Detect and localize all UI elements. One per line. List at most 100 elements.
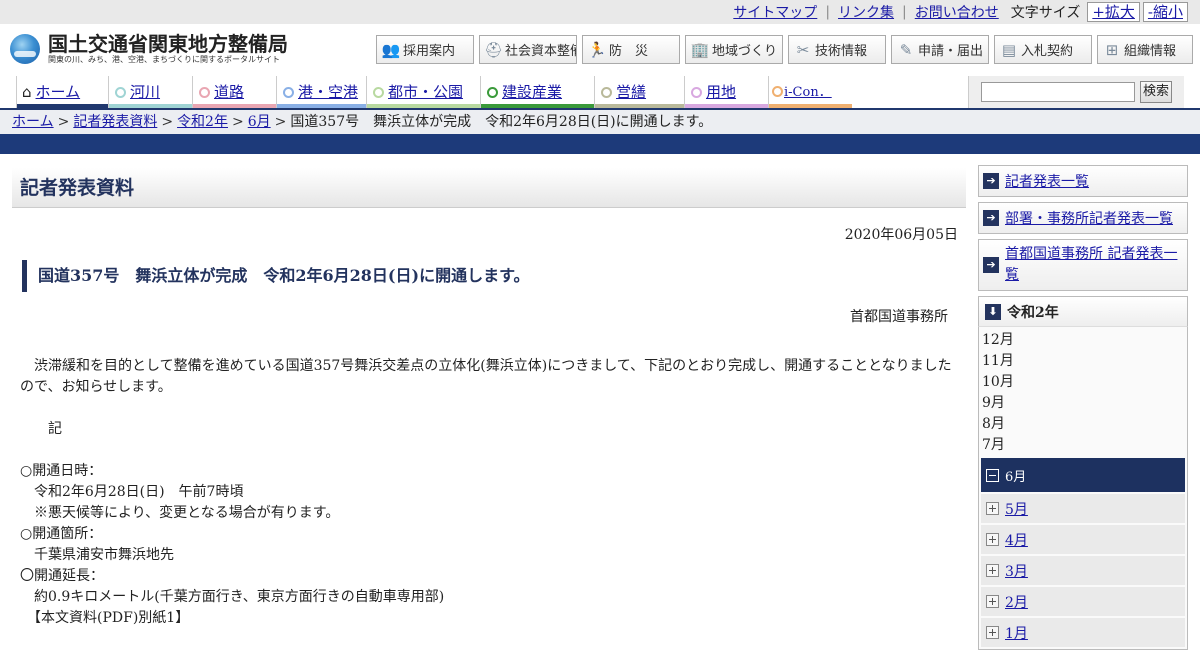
cat-facilities[interactable]: 営繕	[594, 76, 684, 108]
form-icon: ✎	[899, 40, 913, 59]
gnav-technical[interactable]: ✂ 技術情報	[788, 35, 886, 64]
cat-home[interactable]: ⌂ ホーム	[16, 76, 108, 108]
bullet-icon	[772, 86, 783, 97]
sidebar-link-label: 部署・事務所記者発表一覧	[1005, 211, 1173, 227]
sidebar-link-department-press[interactable]: ➔ 部署・事務所記者発表一覧	[978, 202, 1188, 234]
cat-construction[interactable]: 建設産業	[480, 76, 594, 108]
month-item-expandable[interactable]: 2月	[981, 587, 1185, 616]
crumb-separator: >	[57, 114, 70, 130]
gnav-label: 技術情報	[815, 44, 868, 59]
body-line: 【本文資料(PDF)別紙1】	[20, 610, 190, 626]
bullet-icon	[283, 87, 294, 98]
bullet-icon	[601, 87, 612, 98]
bullet-icon	[487, 87, 498, 98]
month-label: 3月	[1005, 563, 1028, 580]
sidebar-link-press-list[interactable]: ➔ 記者発表一覧	[978, 165, 1188, 197]
sitemap-link[interactable]: サイトマップ	[733, 2, 817, 22]
gnav-disaster[interactable]: 🏃 防 災	[582, 35, 680, 64]
month-item-expandable[interactable]: 4月	[981, 525, 1185, 554]
utility-bar: サイトマップ | リンク集 | お問い合わせ 文字サイズ +拡大 -縮小	[0, 0, 1200, 24]
crumb-current: 国道357号 舞浜立体が完成 令和2年6月28日(日)に開通します。	[290, 114, 713, 130]
cat-river[interactable]: 河川	[108, 76, 192, 108]
cat-road[interactable]: 道路	[192, 76, 276, 108]
crumb-separator: >	[161, 114, 174, 130]
cat-label: 建設産業	[502, 83, 563, 101]
site-logo[interactable]: 国土交通省関東地方整備局 関東の川、みち、港、空港、まちづくりに関するポータルサ…	[10, 33, 288, 65]
search-input[interactable]	[981, 82, 1135, 102]
font-shrink-button[interactable]: -縮小	[1142, 2, 1188, 22]
gnav-label: 社会資本整備	[505, 44, 577, 59]
bullet-icon	[691, 87, 702, 98]
month-item[interactable]: 12月	[979, 330, 1187, 351]
month-item-active[interactable]: 6月	[981, 458, 1185, 492]
month-label: 6月	[1005, 469, 1027, 485]
cat-label: 用地	[706, 83, 737, 101]
cat-label: 河川	[130, 83, 161, 101]
month-item[interactable]: 10月	[979, 372, 1187, 393]
bullet-icon	[373, 87, 384, 98]
body-line: ○開通日時：	[20, 463, 103, 479]
arrow-right-icon: ➔	[983, 257, 999, 273]
body-line: ○開通箇所：	[20, 526, 103, 542]
utility-links: サイトマップ | リンク集 | お問い合わせ 文字サイズ +拡大 -縮小	[733, 2, 1188, 22]
month-item-expandable[interactable]: 3月	[981, 556, 1185, 585]
cat-city-park[interactable]: 都市・公園	[366, 76, 480, 108]
gnav-application[interactable]: ✎ 申請・届出	[891, 35, 989, 64]
month-label: 2月	[1005, 594, 1028, 611]
separator: |	[902, 4, 907, 20]
global-nav: 👥 採用案内 ⛑ 社会資本整備 🏃 防 災 🏢 地域づくり ✂ 技術情報 ✎ 申請・届出 ▤…	[376, 35, 1193, 64]
month-item[interactable]: 9月	[979, 393, 1187, 414]
gnav-recruit[interactable]: 👥 採用案内	[376, 35, 474, 64]
gnav-community[interactable]: 🏢 地域づくり	[685, 35, 783, 64]
month-item-expandable[interactable]: 5月	[981, 494, 1185, 523]
breadcrumb: ホーム > 記者発表資料 > 令和2年 >6月 > 国道357号 舞浜立体が完成 令和2年6月…	[0, 108, 1200, 134]
mlit-logo-icon	[10, 34, 40, 64]
year-label: 令和2年	[1007, 304, 1059, 321]
year-header[interactable]: ⬇ 令和2年	[978, 296, 1188, 326]
cat-land[interactable]: 用地	[684, 76, 768, 108]
gnav-label: 地域づくり	[712, 44, 778, 59]
links-link[interactable]: リンク集	[838, 2, 894, 22]
cat-icon[interactable]: i-Con．	[768, 76, 852, 108]
separator: |	[825, 4, 831, 20]
month-item[interactable]: 7月	[979, 435, 1187, 456]
logo-text: 国土交通省関東地方整備局 関東の川、みち、港、空港、まちづくりに関するポータルサ…	[48, 33, 288, 65]
logo-title: 国土交通省関東地方整備局	[48, 32, 288, 56]
gnav-label: 採用案内	[403, 44, 456, 59]
expand-icon	[986, 564, 999, 577]
category-nav: ⌂ ホーム 河川 道路 港・空港 都市・公園 建設産業 営繕 用地 i-Con．…	[0, 76, 1200, 108]
crumb-separator: >	[231, 114, 244, 130]
cat-label: 営繕	[616, 83, 647, 101]
crumb-month[interactable]: 6月	[248, 114, 271, 130]
crumb-press[interactable]: 記者発表資料	[73, 114, 157, 130]
month-item[interactable]: 8月	[979, 414, 1187, 435]
people-icon: 👥	[381, 40, 401, 59]
cat-port-airport[interactable]: 港・空港	[276, 76, 366, 108]
month-label: 5月	[1005, 501, 1028, 518]
contact-link[interactable]: お問い合わせ	[915, 2, 999, 22]
sidebar-link-office-press[interactable]: ➔ 首都国道事務所 記者発表一覧	[978, 239, 1188, 291]
month-plain-group: 12月 11月 10月 9月 8月 7月	[979, 327, 1187, 456]
issuing-office: 首都国道事務所	[850, 309, 948, 325]
gnav-organization[interactable]: ⊞ 組織情報	[1097, 35, 1193, 64]
month-label: 4月	[1005, 532, 1028, 549]
gnav-infrastructure[interactable]: ⛑ 社会資本整備	[479, 35, 577, 64]
arrow-right-icon: ➔	[983, 210, 999, 226]
body-line: 千葉県浦安市舞浜地先	[20, 547, 174, 563]
crumb-separator: >	[274, 114, 287, 130]
gnav-bidding[interactable]: ▤ 入札契約	[994, 35, 1092, 64]
publish-date: 2020年06月05日	[844, 227, 958, 243]
month-item[interactable]: 11月	[979, 351, 1187, 372]
cat-label: ホーム	[35, 83, 81, 101]
article-body: 渋滞緩和を目的として整備を進めている国道357号舞浜交差点の立体化(舞浜立体)に…	[12, 356, 966, 629]
sidebar-link-label: 首都国道事務所 記者発表一覧	[1005, 246, 1178, 283]
month-item-expandable[interactable]: 1月	[981, 618, 1185, 647]
search-button[interactable]: 検索	[1140, 81, 1172, 103]
crumb-year[interactable]: 令和2年	[177, 114, 228, 130]
crumb-home[interactable]: ホーム	[12, 114, 54, 130]
tools-icon: ✂	[796, 40, 810, 59]
font-enlarge-button[interactable]: +拡大	[1087, 2, 1140, 22]
logo-subtitle: 関東の川、みち、港、空港、まちづくりに関するポータルサイト	[48, 55, 280, 64]
gnav-label: 申請・届出	[918, 44, 984, 59]
site-header: 国土交通省関東地方整備局 関東の川、みち、港、空港、まちづくりに関するポータルサ…	[0, 24, 1200, 76]
